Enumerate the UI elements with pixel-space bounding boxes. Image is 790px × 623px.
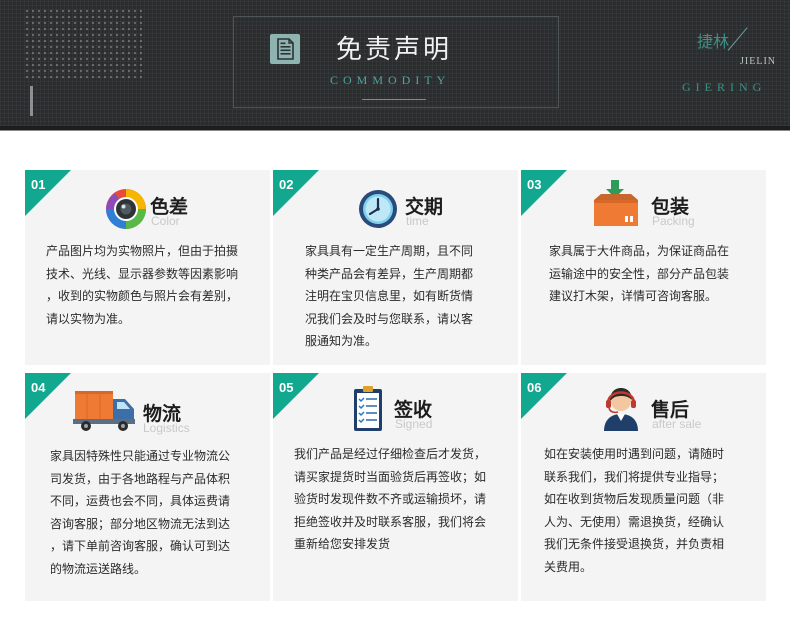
card-color: 01 色差 Color 产品图片均为实物照片，但由于拍摄 技术、光线、显示器参数…: [25, 170, 270, 365]
card-body-line: 我们无条件接受退换货，并负责相: [544, 537, 725, 551]
document-icon: [270, 34, 300, 64]
title-frame: 免责声明 COMMODITY: [233, 16, 559, 108]
brand-tagline: GIERING: [682, 80, 767, 94]
card-signed: 05 签收 Signed 我们产品是经过仔细检查后才发货， 请买家提货时当面验货…: [273, 373, 518, 601]
card-body-line: 关费用。: [544, 559, 593, 574]
card-body-line: ，请下单前咨询客服，确认可到达: [50, 539, 231, 553]
camera-lens-icon: [105, 188, 147, 234]
card-body-line: 家具因特殊性只能通过专业物流公: [50, 449, 231, 463]
page-subtitle: COMMODITY: [330, 73, 451, 87]
card-title-en: time: [406, 214, 429, 228]
card-body-line: 拒绝签收并及时联系客服，我们将会: [294, 514, 487, 529]
card-body: 家具具有一定生产周期，且不同 种类产品会有差异，生产周期都 注明在宝贝信息里，如…: [305, 240, 473, 353]
card-body-line: 司发货，由于各地路程与产品体积: [50, 471, 231, 486]
card-title-en: Signed: [395, 417, 433, 431]
card-body-line: 请买家提货时当面验货后再签收；如: [294, 469, 487, 484]
card-body-line: 咨询客服；部分地区物流无法到达: [50, 516, 231, 531]
title-underline: [362, 99, 426, 100]
card-body-line: 请以实物为准。: [46, 311, 131, 326]
card-logistics: 04 物流 Logistics 家具因特殊性只能通过专业物流公 司发货，由于各地…: [25, 373, 270, 601]
card-body-line: 我们产品是经过仔细检查后才发货，: [294, 447, 487, 461]
card-body-line: 运输途中的安全性，部分产品包装: [549, 266, 730, 281]
card-number: 06: [527, 380, 542, 395]
card-number: 05: [279, 380, 294, 395]
card-body-line: 联系我们，我们将提供专业指导；: [544, 469, 725, 484]
card-body-line: 况我们会及时与您联系，请以客: [305, 311, 474, 326]
card-body-line: 验货时发现件数不齐或运输损坏，请: [294, 492, 487, 506]
customer-service-icon: [600, 383, 642, 435]
card-title-en: Packing: [652, 214, 695, 228]
card-body-line: 家具属于大件商品，为保证商品在: [549, 244, 730, 258]
delivery-truck-icon: [73, 389, 137, 437]
brand-name-cn: 捷林: [697, 32, 730, 51]
card-body-line: 的物流运送路线。: [50, 561, 147, 576]
card-body-line: 注明在宝贝信息里，如有断货情: [305, 289, 474, 303]
card-title-en: Color: [151, 214, 180, 228]
card-body-line: 如在收到货物后发现质量问题（非: [544, 492, 725, 506]
card-time: 02 交期 time 家具具有一定生产周期，且不同 种类产品会有差异，生产周期都…: [273, 170, 518, 365]
card-title-en: after sale: [652, 417, 702, 431]
brand-name-en: JIELIN: [740, 56, 776, 67]
card-body-line: 如在安装使用时遇到问题，请随时: [544, 447, 725, 461]
card-number: 01: [31, 177, 46, 192]
card-body-line: ，收到的实物颜色与照片会有差别，: [46, 289, 239, 303]
card-body-line: 家具具有一定生产周期，且不同: [305, 244, 474, 258]
card-title-en: Logistics: [143, 421, 190, 435]
banner-bottom-line: [0, 130, 790, 131]
card-body-line: 产品图片均为实物照片，但由于拍摄: [46, 244, 239, 258]
clock-icon: [357, 188, 399, 234]
card-packing: 03 包装 Packing 家具属于大件商品，为保证商品在 运输途中的安全性，部…: [521, 170, 766, 365]
vertical-bar-decoration: [30, 86, 33, 116]
card-body-line: 不同，运费也会不同，具体运费请: [50, 494, 231, 508]
header-banner: 免责声明 COMMODITY 捷林 JIELIN GIERING: [0, 0, 790, 126]
brand-slash-decoration: [727, 27, 748, 51]
card-body: 如在安装使用时遇到问题，请随时 联系我们，我们将提供专业指导； 如在收到货物后发…: [544, 443, 724, 578]
package-box-icon: [591, 178, 641, 232]
card-body-line: 技术、光线、显示器参数等因素影响: [46, 266, 239, 281]
card-number: 02: [279, 177, 294, 192]
card-body-line: 服通知为准。: [305, 334, 378, 348]
card-body: 我们产品是经过仔细检查后才发货， 请买家提货时当面验货后再签收；如 验货时发现件…: [294, 443, 486, 556]
card-body-line: 建议打木架，详情可咨询客服。: [549, 289, 718, 303]
card-body: 家具属于大件商品，为保证商品在 运输途中的安全性，部分产品包装 建议打木架，详情…: [549, 240, 729, 308]
card-body-line: 人为、无使用）需退换货，经确认: [544, 514, 725, 529]
dot-pattern-decoration: [24, 8, 142, 80]
card-body-line: 重新给您安排发货: [294, 537, 391, 551]
card-after-sale: 06 售后 after sale 如在安装使用时遇到问题，请随时 联系我们，我们…: [521, 373, 766, 601]
card-body-line: 种类产品会有差异，生产周期都: [305, 266, 474, 281]
card-number: 03: [527, 177, 542, 192]
card-number: 04: [31, 380, 46, 395]
page-title: 免责声明: [336, 35, 453, 65]
card-body: 家具因特殊性只能通过专业物流公 司发货，由于各地路程与产品体积 不同，运费也会不…: [50, 445, 230, 580]
checklist-icon: [353, 385, 383, 437]
card-body: 产品图片均为实物照片，但由于拍摄 技术、光线、显示器参数等因素影响 ，收到的实物…: [46, 240, 238, 330]
